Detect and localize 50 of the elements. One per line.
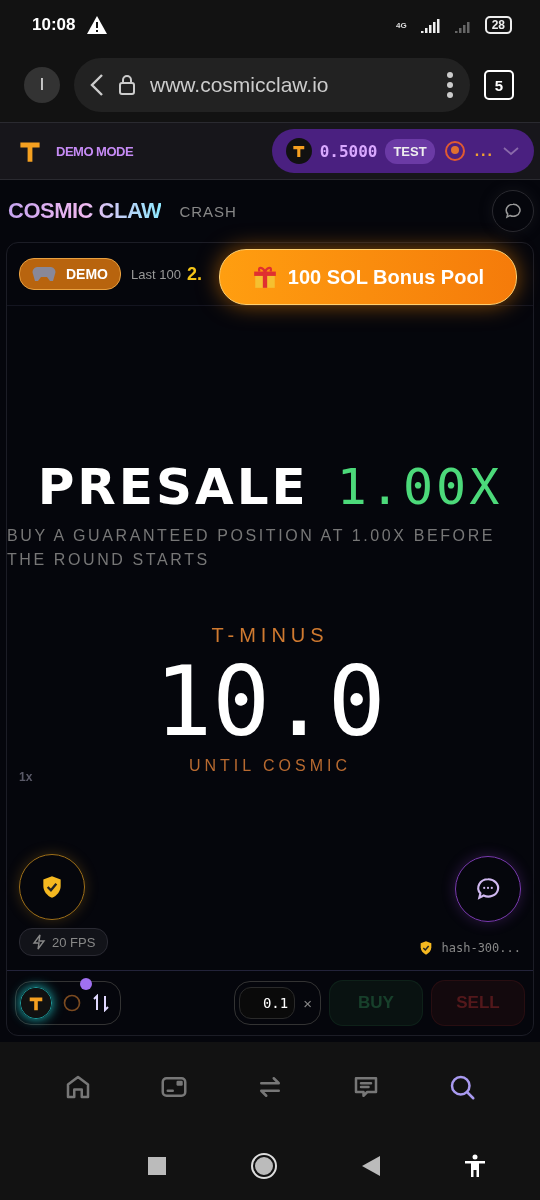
game-subtitle: CRASH (179, 202, 237, 220)
swap-icon[interactable] (92, 994, 110, 1012)
accessibility-icon[interactable] (464, 1154, 486, 1178)
demo-button[interactable]: DEMO (19, 258, 121, 290)
chevron-icon[interactable] (502, 145, 520, 157)
warning-icon (87, 16, 108, 34)
token-icon (285, 138, 312, 164)
avatar-icon (442, 139, 467, 163)
home-icon[interactable] (250, 1152, 278, 1180)
amount-control[interactable]: 0.1 × (234, 981, 321, 1025)
countdown-caption: UNTIL COSMIC (187, 757, 353, 775)
account-name: ... (474, 142, 494, 160)
back-icon[interactable] (90, 73, 104, 97)
notification-dot (80, 978, 92, 990)
profile-button[interactable]: I (24, 67, 60, 103)
address-bar[interactable]: www.cosmicclaw.io (74, 58, 470, 112)
network-type: 4G (395, 20, 407, 30)
presale-multiplier: 1.00X (336, 458, 503, 516)
clear-amount[interactable]: × (303, 994, 312, 1012)
token-icon (21, 988, 51, 1018)
avatar-icon (62, 993, 82, 1013)
more-icon[interactable] (446, 71, 454, 99)
countdown-label: T-MINUS (210, 624, 330, 647)
balance-tag: TEST (385, 138, 435, 164)
signal-icon (418, 17, 441, 33)
lightning-icon (32, 934, 46, 950)
mode-label: DEMO MODE (56, 143, 134, 159)
gift-icon (251, 264, 278, 290)
hash-text: hash-300... (441, 941, 521, 955)
countdown: 10.0 (153, 647, 387, 757)
clock: 10:08 (32, 15, 76, 35)
history-label: Last 100 (131, 266, 181, 282)
presale-title: PRESALE (37, 458, 309, 516)
wallet-pill[interactable]: 0.5000 TEST ... (271, 129, 534, 173)
multiplier-value: 2. (186, 263, 202, 285)
url-text: www.cosmicclaw.io (150, 73, 330, 97)
token-switcher[interactable] (15, 981, 121, 1025)
axis-label: 1x (19, 770, 33, 784)
chat-icon (475, 876, 501, 902)
gamepad-icon (32, 265, 56, 283)
presale-description: BUY A GUARANTEED POSITION AT 1.00X BEFORE THE ROUND STARTS (7, 526, 497, 570)
battery-icon: 28 (484, 16, 512, 34)
back-icon[interactable] (362, 1156, 380, 1176)
demo-label: DEMO (66, 266, 108, 282)
chat-icon (504, 202, 522, 220)
fps-badge: 20 FPS (19, 928, 109, 956)
tabs-button[interactable]: 5 (484, 70, 514, 100)
lock-icon (118, 74, 136, 96)
balance: 0.5000 (319, 141, 378, 161)
amount-field[interactable]: 0.1 (239, 987, 296, 1019)
